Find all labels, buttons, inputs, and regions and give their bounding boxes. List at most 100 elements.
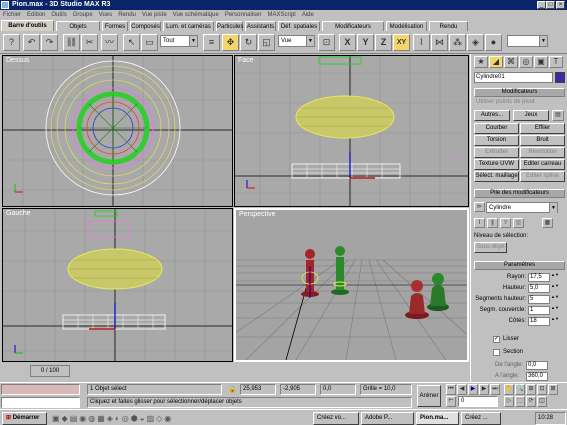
tab-8[interactable]: Modificateurs <box>322 21 384 31</box>
axis-xy-button[interactable]: XY <box>393 34 410 51</box>
tab-0[interactable]: Barre d'outils <box>1 20 54 31</box>
select-arrow-icon[interactable]: ↖ <box>123 34 140 51</box>
pin-stack-icon[interactable]: ⊳ <box>474 202 485 212</box>
object-color-swatch[interactable] <box>555 72 565 83</box>
viewport-perspective[interactable]: Perspective <box>234 208 469 362</box>
tab-2[interactable]: Formes <box>102 21 128 31</box>
tab-4[interactable]: Lum. et caméras <box>163 21 214 31</box>
undo-icon[interactable]: ↶ <box>23 34 40 51</box>
param-value-field[interactable]: 17,5 <box>528 273 550 282</box>
tab-5[interactable]: Particules <box>216 21 243 31</box>
modifiers-rollout[interactable]: Modificateurs <box>474 88 565 97</box>
minimize-button[interactable]: _ <box>537 1 546 9</box>
menu-item[interactable]: Aide <box>299 10 317 20</box>
uvw-map-modifier-button[interactable]: Texture UVW <box>474 159 519 170</box>
pan-view-icon[interactable]: ✋ <box>504 384 514 395</box>
remove-modifier-icon[interactable]: ▥ <box>513 218 524 228</box>
field-of-view-icon[interactable]: ▷ <box>504 396 514 407</box>
align-icon[interactable]: ◈ <box>467 34 484 51</box>
named-selection-dropdown[interactable]: ▼ <box>507 35 548 47</box>
viewport-top[interactable]: Dessus <box>2 55 233 207</box>
coord-z-field[interactable]: 0,0 <box>320 384 356 395</box>
play-icon[interactable]: ▶ <box>468 384 478 395</box>
viewport-left[interactable]: Gauche <box>2 208 233 362</box>
hierarchy-tab-icon[interactable]: ⌘ <box>504 56 518 68</box>
object-name-field[interactable]: Cylindre01 <box>474 72 553 83</box>
menu-item[interactable]: Vue piste <box>139 10 170 20</box>
region-zoom-icon[interactable]: ⬚ <box>515 396 525 407</box>
modifier-stack-rollout[interactable]: Pile des modificateurs <box>474 189 565 198</box>
twist-modifier-button[interactable]: Torsion <box>474 135 519 146</box>
taskbar-task[interactable]: Créez ... <box>461 412 501 425</box>
to-angle-field[interactable]: 360,0 <box>526 372 548 381</box>
animate-button[interactable]: Animer <box>417 385 441 407</box>
axis-z-button[interactable]: Z <box>375 34 392 51</box>
min-max-toggle-icon[interactable]: ◫ <box>537 396 547 407</box>
modifier-stack-dropdown[interactable]: Cylindre ▼ <box>486 202 558 213</box>
unlink-icon[interactable]: ✂ <box>81 34 98 51</box>
utilities-tab-icon[interactable]: T <box>549 56 563 68</box>
select-by-name-icon[interactable]: ≡ <box>203 34 220 51</box>
modifier-sets-button[interactable]: Jeux <box>513 110 549 121</box>
parameters-rollout[interactable]: Paramètres <box>474 261 565 270</box>
taskbar-task[interactable]: Adobe P... <box>361 412 414 425</box>
edit-stack-icon[interactable]: ▦ <box>542 218 553 228</box>
show-end-result-icon[interactable]: ∥ <box>487 218 498 228</box>
tab-7[interactable]: Déf. spatiales <box>278 21 320 31</box>
move-icon[interactable]: ✥ <box>222 34 239 51</box>
motion-tab-icon[interactable]: ◎ <box>519 56 533 68</box>
edit-spline-modifier-button[interactable]: Editer spline <box>520 171 565 182</box>
maxscript-listener[interactable] <box>1 384 80 395</box>
tab-3[interactable]: Composés <box>130 21 161 31</box>
param-value-field[interactable]: 5,0 <box>528 284 550 293</box>
modify-tab-icon[interactable]: ◢ <box>489 56 503 68</box>
coord-y-field[interactable]: -2,905 <box>280 384 316 395</box>
zoom-extents-all-icon[interactable]: ⊠ <box>548 384 558 395</box>
menu-item[interactable]: Vues <box>96 10 115 20</box>
tab-6[interactable]: Assistants <box>245 21 276 31</box>
menu-item[interactable]: Vue schématique <box>170 10 222 20</box>
spinner-arrows-icon[interactable]: ▲▼ <box>551 306 559 315</box>
make-unique-icon[interactable]: ∀ <box>500 218 511 228</box>
array-icon[interactable]: ⁂ <box>449 34 466 51</box>
rotate-icon[interactable]: ↻ <box>240 34 257 51</box>
selection-filter-dropdown[interactable]: Tout ▼ <box>160 35 198 47</box>
inverse-kinematics-icon[interactable]: ⌇ <box>413 34 430 51</box>
create-tab-icon[interactable]: ★ <box>474 56 488 68</box>
taskbar-task[interactable]: Créez vo... <box>313 412 359 425</box>
link-icon[interactable]: ⛓ <box>63 34 80 51</box>
quick-launch-icons[interactable]: ▣◆▤◉◍▦◈◐◎⬢◒▨◇◉ <box>52 413 307 424</box>
mesh-select-modifier-button[interactable]: Sélect. maillage <box>474 171 519 182</box>
previous-frame-icon[interactable]: ◀ <box>457 384 467 395</box>
scale-icon[interactable]: ◱ <box>258 34 275 51</box>
tab-10[interactable]: Rendu <box>429 21 468 31</box>
maximize-button[interactable]: □ <box>546 1 555 9</box>
noise-modifier-button[interactable]: Bruit <box>520 135 565 146</box>
param-value-field[interactable]: 5 <box>528 295 550 304</box>
sub-object-button[interactable]: Sous-objet <box>474 242 507 253</box>
menu-item[interactable]: Groupe <box>70 10 96 20</box>
material-editor-icon[interactable]: ● <box>485 34 502 51</box>
reference-coordinate-dropdown[interactable]: Vue ▼ <box>278 35 315 47</box>
coord-x-field[interactable]: 25,953 <box>240 384 276 395</box>
mirror-icon[interactable]: ⋈ <box>431 34 448 51</box>
spinner-arrows-icon[interactable]: ▲▼ <box>551 317 559 326</box>
extrude-modifier-button[interactable]: Extruder <box>474 147 519 158</box>
maxscript-input[interactable] <box>1 397 80 408</box>
menu-item[interactable]: Fichier <box>0 10 24 20</box>
param-value-field[interactable]: 1 <box>528 306 550 315</box>
pivot-center-icon[interactable]: ⊡ <box>318 34 335 51</box>
go-to-end-icon[interactable]: ⏭ <box>490 384 500 395</box>
use-pivot-checkbox[interactable]: Utiliser points de pivot <box>476 99 535 105</box>
display-tab-icon[interactable]: ▣ <box>534 56 548 68</box>
smooth-checkbox[interactable]: ✓ <box>493 336 500 343</box>
redo-icon[interactable]: ↷ <box>41 34 58 51</box>
zoom-extents-icon[interactable]: ⊡ <box>537 384 547 395</box>
go-to-start-icon[interactable]: ⏮ <box>446 384 456 395</box>
next-frame-icon[interactable]: ▶ <box>479 384 489 395</box>
current-time-field[interactable]: 0 <box>458 396 498 407</box>
tab-1[interactable]: Objets <box>56 21 100 31</box>
from-angle-field[interactable]: 0,0 <box>526 361 548 370</box>
arc-rotate-icon[interactable]: ⟳ <box>526 396 536 407</box>
menu-item[interactable]: MAXScript <box>265 10 299 20</box>
